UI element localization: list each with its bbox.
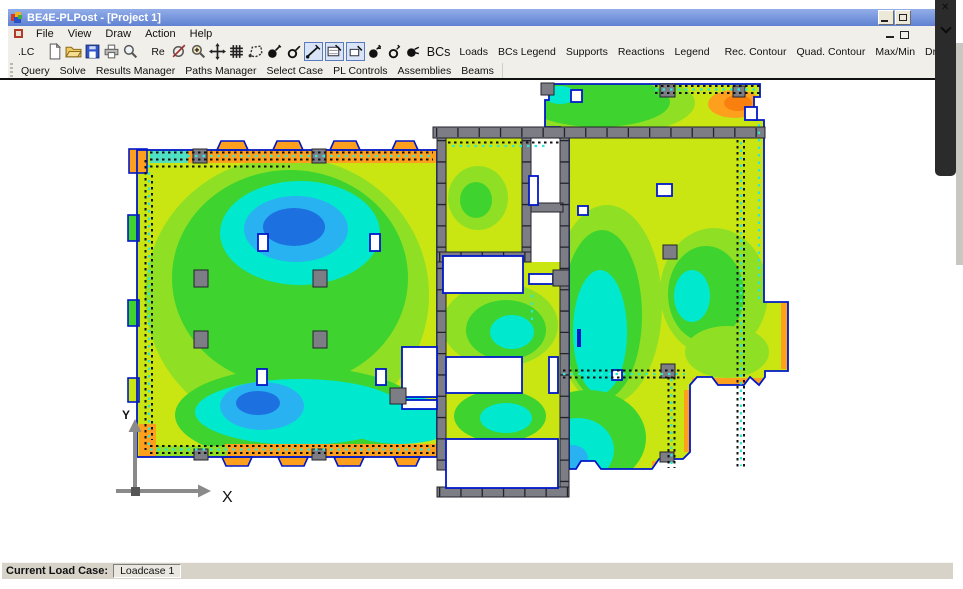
query-button[interactable]: Query <box>16 64 55 78</box>
legend-button[interactable]: Legend <box>670 45 715 59</box>
support-remove-icon[interactable] <box>405 43 422 60</box>
save-icon[interactable] <box>84 43 101 60</box>
contour-toggle-icon[interactable] <box>325 42 344 61</box>
pan-icon[interactable] <box>209 43 226 60</box>
restore-icon <box>899 14 907 21</box>
close-icon[interactable]: ✕ <box>941 2 949 13</box>
selected-beam-marker <box>577 329 581 347</box>
preview-icon[interactable] <box>122 43 139 60</box>
scrollbar-strip[interactable] <box>956 43 963 265</box>
quad-contour-button[interactable]: Quad. Contour <box>791 45 870 59</box>
menu-file[interactable]: File <box>29 27 61 41</box>
restore-button[interactable] <box>895 10 911 25</box>
polygon-select-icon[interactable] <box>247 43 264 60</box>
menu-draw[interactable]: Draw <box>98 27 138 41</box>
main-toolbar: .LC Re BCs Loads BCs Legend Supports Rea… <box>8 41 941 63</box>
zoom-in-icon[interactable] <box>190 43 207 60</box>
grid-icon[interactable] <box>228 43 245 60</box>
reactions-button[interactable]: Reactions <box>613 45 670 59</box>
maxmin-button[interactable]: Max/Min <box>870 45 920 59</box>
query-pointer-icon[interactable] <box>171 43 188 60</box>
re-button[interactable]: Re <box>146 45 169 59</box>
paths-manager-button[interactable]: Paths Manager <box>180 64 261 78</box>
project-icon[interactable] <box>14 29 23 38</box>
drawing-canvas[interactable]: X Y <box>8 80 941 562</box>
support-point-icon[interactable] <box>367 43 384 60</box>
x-axis-label: X <box>222 489 233 506</box>
loads-button[interactable]: Loads <box>454 45 493 59</box>
title-bar[interactable]: BE4E-PLPost - [Project 1] <box>8 9 941 26</box>
menu-bar: File View Draw Action Help <box>8 26 941 41</box>
contour-plot: X Y <box>8 80 941 562</box>
bcs-legend-button[interactable]: BCs Legend <box>493 45 561 59</box>
lc-button[interactable]: .LC <box>13 45 39 59</box>
toolbar-separator <box>502 63 503 79</box>
patch-toggle-icon[interactable] <box>346 42 365 61</box>
menu-view[interactable]: View <box>61 27 99 41</box>
rec-contour-button[interactable]: Rec. Contour <box>720 45 792 59</box>
new-icon[interactable] <box>46 43 63 60</box>
mdi-minimize-icon[interactable] <box>886 36 894 38</box>
moment-load-icon[interactable] <box>285 43 302 60</box>
assemblies-button[interactable]: Assemblies <box>393 64 457 78</box>
overlay-side-bar[interactable]: ✕ <box>935 0 956 176</box>
window-title: BE4E-PLPost - [Project 1] <box>27 12 161 24</box>
beams-button[interactable]: Beams <box>456 64 499 78</box>
minimize-icon <box>881 20 888 22</box>
menu-help[interactable]: Help <box>183 27 220 41</box>
left-slab <box>128 141 460 466</box>
minimize-button[interactable] <box>878 10 894 25</box>
results-manager-button[interactable]: Results Manager <box>91 64 180 78</box>
y-axis-label: Y <box>122 408 130 422</box>
status-bar: Current Load Case: Loadcase 1 <box>2 562 953 579</box>
point-load-icon[interactable] <box>266 43 283 60</box>
pl-controls-button[interactable]: PL Controls <box>328 64 392 78</box>
secondary-toolbar: Query Solve Results Manager Paths Manage… <box>8 62 941 79</box>
chevron-down-icon[interactable] <box>940 22 951 33</box>
supports-button[interactable]: Supports <box>561 45 613 59</box>
toolbar-drag-handle[interactable] <box>10 63 13 79</box>
bcs-button[interactable]: BCs <box>423 45 455 59</box>
load-case-label: Current Load Case: <box>6 565 108 577</box>
mdi-restore-icon[interactable] <box>900 31 909 39</box>
menu-action[interactable]: Action <box>138 27 183 41</box>
open-icon[interactable] <box>65 43 82 60</box>
application-window: BE4E-PLPost - [Project 1] File View Draw… <box>0 0 963 589</box>
select-case-button[interactable]: Select Case <box>261 64 328 78</box>
app-icon <box>11 12 23 24</box>
load-case-value[interactable]: Loadcase 1 <box>113 564 181 578</box>
solve-button[interactable]: Solve <box>55 64 91 78</box>
support-moment-icon[interactable] <box>386 43 403 60</box>
print-icon[interactable] <box>103 43 120 60</box>
strip-toggle-icon[interactable] <box>304 42 323 61</box>
